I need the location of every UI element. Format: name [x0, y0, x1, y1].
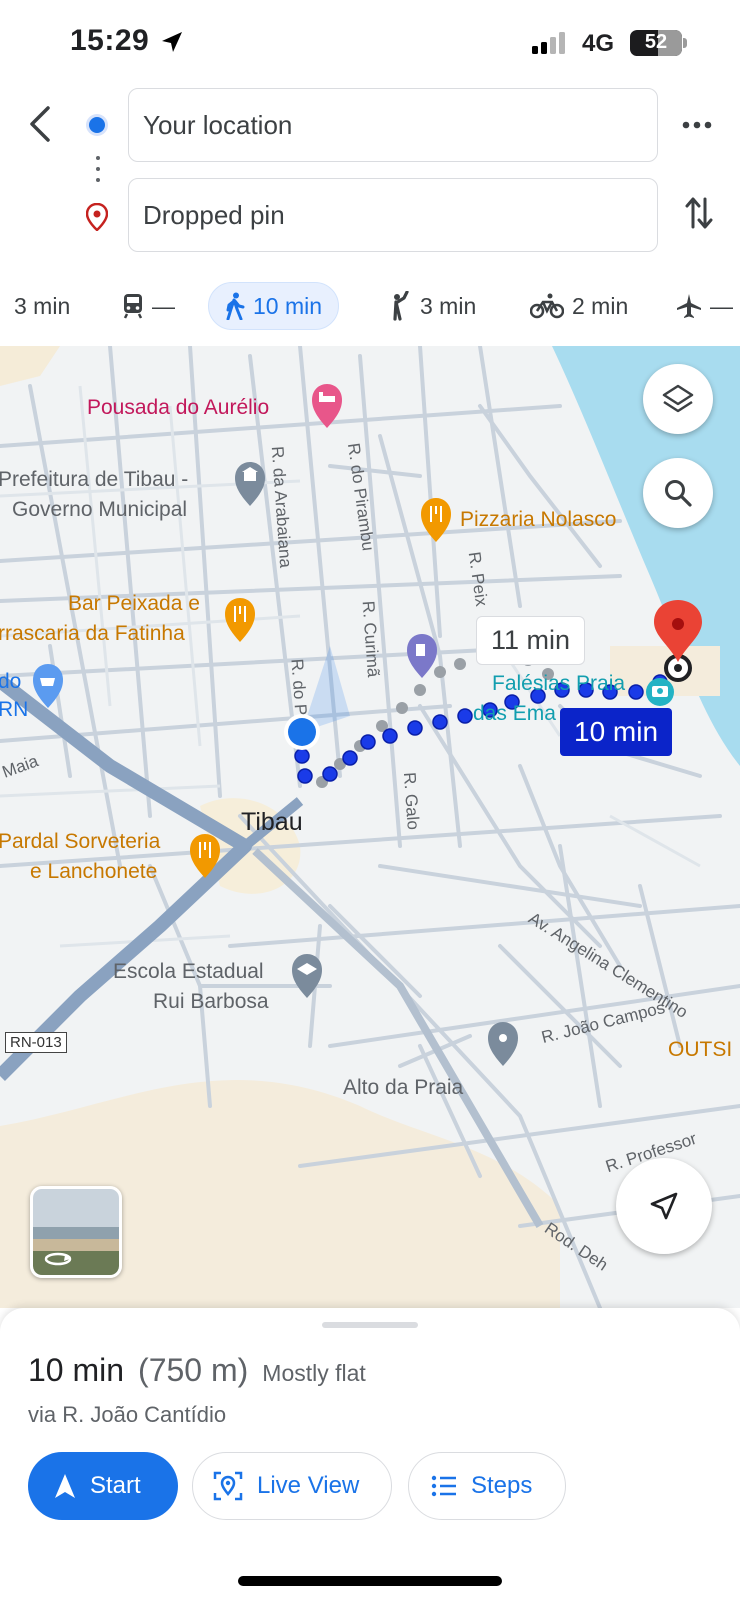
status-bar: 15:29 4G 52: [0, 0, 740, 88]
destination-pin-icon: [86, 203, 108, 231]
street-galo: R. Galo: [399, 771, 423, 831]
bike-icon: [530, 293, 564, 319]
alt-route-callout[interactable]: 11 min: [476, 616, 586, 665]
status-time: 15:29: [70, 24, 150, 57]
battery-level: 52: [644, 31, 668, 53]
poi-do-rn-line1[interactable]: do: [0, 668, 21, 695]
origin-dot-icon: [89, 117, 105, 133]
poi-bar-line2[interactable]: rrascaria da Fatinha: [0, 620, 185, 647]
battery-nub: [683, 38, 687, 48]
travel-mode-bar: 3 min — 10 min 3 min 2 min —: [0, 278, 740, 334]
main-route-callout[interactable]: 10 min: [560, 708, 673, 756]
mode-ride-hail-label: 3 min: [420, 292, 477, 319]
route-summary: 10 min (750 m) Mostly flat: [28, 1352, 366, 1389]
mode-transit[interactable]: —: [122, 282, 175, 330]
route-distance: (750 m): [138, 1352, 249, 1388]
start-button[interactable]: Start: [28, 1452, 178, 1520]
poi-falesias-line1[interactable]: Falésias Praia: [492, 670, 625, 697]
town-label: Tibau: [241, 808, 303, 836]
navigation-start-icon: [55, 1474, 75, 1498]
mode-car-label: 3 min: [14, 292, 71, 319]
poi-bar-line1[interactable]: Bar Peixada e: [68, 590, 200, 617]
mode-flight-label: —: [710, 292, 733, 319]
poi-pousada[interactable]: Pousada do Aurélio: [87, 394, 269, 421]
battery-icon: 52: [630, 30, 682, 56]
layers-button[interactable]: [643, 364, 713, 434]
route-terrain: Mostly flat: [262, 1360, 366, 1386]
navigation-arrow-icon: [650, 1192, 678, 1220]
more-options-icon[interactable]: [682, 112, 712, 138]
rotate-360-icon: [44, 1252, 72, 1266]
steps-label: Steps: [471, 1472, 533, 1499]
home-indicator[interactable]: [238, 1576, 502, 1586]
live-view-label: Live View: [257, 1472, 360, 1499]
transit-icon: [123, 294, 143, 319]
route-dots-icon: [96, 156, 100, 189]
street-do-p: R. do P: [287, 658, 311, 716]
back-arrow-icon[interactable]: [22, 100, 62, 148]
live-view-icon: [213, 1471, 243, 1501]
start-button-label: Start: [90, 1472, 141, 1499]
poi-pardal-line1[interactable]: Pardal Sorveteria: [0, 828, 160, 855]
mode-walk[interactable]: 10 min: [208, 282, 340, 330]
poi-do-rn-line2[interactable]: RN: [0, 696, 28, 723]
mode-car[interactable]: 3 min: [14, 282, 70, 330]
mode-transit-label: —: [152, 292, 175, 319]
recenter-button[interactable]: [616, 1158, 712, 1254]
street-view-thumbnail[interactable]: [30, 1186, 122, 1278]
poi-pardal-line2[interactable]: e Lanchonete: [30, 858, 157, 885]
sheet-handle[interactable]: [322, 1322, 418, 1328]
poi-alto-da-praia[interactable]: Alto da Praia: [343, 1074, 463, 1101]
mode-walk-label: 10 min: [253, 292, 323, 319]
search-button[interactable]: [643, 458, 713, 528]
mode-ride-hail[interactable]: 3 min: [388, 282, 476, 330]
destination-input[interactable]: Dropped pin: [128, 178, 658, 252]
ride-hail-icon: [393, 291, 409, 321]
route-summary-sheet: 10 min (750 m) Mostly flat via R. João C…: [0, 1308, 740, 1600]
poi-prefeitura-line1[interactable]: Prefeitura de Tibau -: [0, 466, 188, 493]
mode-bike[interactable]: 2 min: [530, 282, 628, 330]
highway-shield-rn013: RN-013: [5, 1032, 67, 1053]
list-icon: [431, 1475, 456, 1497]
network-type: 4G: [582, 30, 615, 57]
mode-bike-label: 2 min: [572, 292, 629, 319]
poi-escola-line1[interactable]: Escola Estadual: [113, 958, 264, 985]
signal-icon: [532, 32, 565, 54]
layers-icon: [662, 384, 694, 413]
route-duration: 10 min: [28, 1352, 125, 1388]
map-view[interactable]: Pousada do Aurélio Prefeitura de Tibau -…: [0, 346, 740, 1308]
poi-falesias-line2[interactable]: das Ema: [473, 700, 556, 727]
poi-prefeitura-line2[interactable]: Governo Municipal: [12, 496, 187, 523]
live-view-button[interactable]: Live View: [192, 1452, 392, 1520]
route-via: via R. João Cantídio: [28, 1402, 227, 1427]
steps-button[interactable]: Steps: [408, 1452, 566, 1520]
search-icon: [665, 480, 692, 507]
location-arrow-icon: [162, 32, 182, 52]
poi-escola-line2[interactable]: Rui Barbosa: [153, 988, 269, 1015]
mode-flight[interactable]: —: [676, 282, 733, 330]
poi-pizzaria[interactable]: Pizzaria Nolasco: [460, 506, 616, 533]
walk-icon: [226, 292, 245, 320]
origin-input[interactable]: Your location: [128, 88, 658, 162]
swap-icon[interactable]: [684, 195, 714, 231]
flight-icon: [677, 294, 701, 318]
poi-outsi[interactable]: OUTSI: [668, 1036, 732, 1063]
